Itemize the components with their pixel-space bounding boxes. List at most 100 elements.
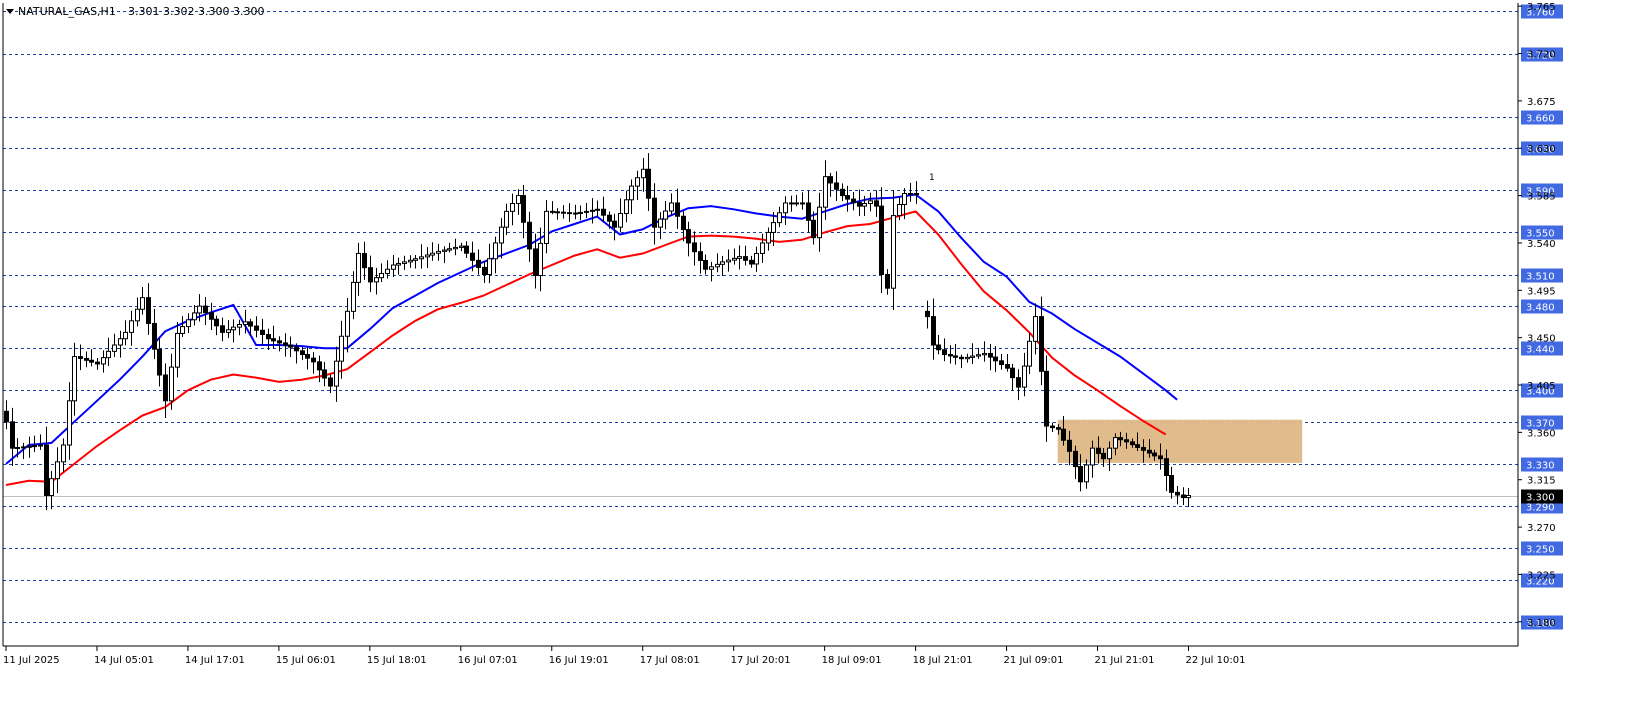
candle[interactable] — [840, 183, 845, 202]
candle[interactable] — [209, 302, 214, 331]
candle[interactable] — [732, 248, 737, 265]
candle[interactable] — [186, 313, 191, 334]
candle[interactable] — [459, 242, 464, 252]
candle[interactable] — [521, 184, 526, 239]
candle[interactable] — [993, 345, 998, 372]
candle[interactable] — [1186, 488, 1191, 507]
candle[interactable] — [561, 205, 566, 219]
candle[interactable] — [351, 271, 356, 320]
candle[interactable] — [629, 179, 634, 215]
candle[interactable] — [1033, 303, 1038, 355]
candle[interactable] — [283, 333, 288, 357]
candle[interactable] — [482, 261, 487, 283]
candle[interactable] — [1027, 332, 1032, 375]
candle[interactable] — [27, 436, 32, 458]
candle[interactable] — [442, 246, 447, 264]
candle[interactable] — [413, 255, 418, 269]
candle[interactable] — [129, 310, 134, 346]
candle[interactable] — [180, 316, 185, 337]
candle[interactable] — [777, 206, 782, 228]
candle[interactable] — [1050, 422, 1055, 432]
candle[interactable] — [749, 255, 754, 268]
candle[interactable] — [277, 336, 282, 352]
candle[interactable] — [266, 328, 271, 350]
candle[interactable] — [646, 153, 651, 212]
candle[interactable] — [101, 350, 106, 373]
candle[interactable] — [362, 241, 367, 280]
candle[interactable] — [908, 182, 913, 202]
candle[interactable] — [885, 269, 890, 295]
candle[interactable] — [322, 361, 327, 387]
candle[interactable] — [988, 343, 993, 371]
candle[interactable] — [260, 318, 265, 345]
candle[interactable] — [970, 343, 975, 365]
candle[interactable] — [914, 181, 919, 204]
candle[interactable] — [419, 244, 424, 269]
candle[interactable] — [828, 172, 833, 197]
candle[interactable] — [67, 382, 72, 460]
candle[interactable] — [425, 247, 430, 269]
candle[interactable] — [982, 341, 987, 362]
candle[interactable] — [1022, 352, 1027, 397]
candle[interactable] — [953, 343, 958, 365]
candle[interactable] — [754, 246, 759, 272]
candle[interactable] — [430, 242, 435, 261]
candle[interactable] — [408, 255, 413, 268]
candle[interactable] — [567, 203, 572, 222]
candle[interactable] — [669, 193, 674, 216]
candle[interactable] — [1044, 355, 1049, 442]
candle[interactable] — [135, 297, 140, 327]
candle[interactable] — [231, 319, 236, 343]
candle[interactable] — [925, 300, 930, 329]
candle[interactable] — [783, 196, 788, 226]
candle[interactable] — [487, 243, 492, 284]
candle[interactable] — [146, 283, 151, 335]
candle[interactable] — [698, 242, 703, 274]
candle[interactable] — [192, 305, 197, 326]
candle[interactable] — [157, 337, 162, 387]
candle[interactable] — [476, 249, 481, 275]
candle[interactable] — [396, 257, 401, 275]
price-chart[interactable]: 3.7603.7203.6603.6303.5903.5503.5103.480… — [0, 0, 1651, 705]
candle[interactable] — [845, 185, 850, 212]
candle[interactable] — [499, 218, 504, 259]
candle[interactable] — [453, 238, 458, 256]
candle[interactable] — [356, 242, 361, 296]
candle[interactable] — [686, 221, 691, 257]
candle[interactable] — [311, 352, 316, 374]
candle[interactable] — [635, 170, 640, 200]
candle[interactable] — [123, 320, 128, 346]
candle[interactable] — [504, 203, 509, 236]
candle[interactable] — [789, 195, 794, 212]
candle[interactable] — [226, 320, 231, 339]
candle[interactable] — [857, 189, 862, 217]
candle[interactable] — [709, 261, 714, 282]
candle[interactable] — [800, 192, 805, 210]
candle[interactable] — [220, 317, 225, 342]
candle[interactable] — [106, 337, 111, 366]
candle[interactable] — [374, 267, 379, 295]
candle[interactable] — [38, 434, 43, 450]
candle[interactable] — [641, 157, 646, 192]
candle[interactable] — [595, 200, 600, 217]
candle[interactable] — [391, 254, 396, 277]
candle[interactable] — [851, 192, 856, 211]
candle[interactable] — [959, 354, 964, 369]
candle[interactable] — [152, 308, 157, 360]
candle[interactable] — [931, 298, 936, 360]
candle[interactable] — [743, 245, 748, 266]
candle[interactable] — [214, 315, 219, 336]
candle[interactable] — [720, 255, 725, 276]
candle[interactable] — [766, 227, 771, 251]
candle[interactable] — [237, 319, 242, 336]
candle[interactable] — [715, 253, 720, 273]
candle[interactable] — [573, 204, 578, 220]
candle[interactable] — [49, 471, 54, 510]
candle[interactable] — [590, 198, 595, 224]
candle[interactable] — [555, 208, 560, 220]
candle[interactable] — [436, 243, 441, 261]
candle[interactable] — [874, 190, 879, 217]
candle[interactable] — [1181, 487, 1186, 505]
candle[interactable] — [948, 345, 953, 364]
candle[interactable] — [368, 255, 373, 292]
